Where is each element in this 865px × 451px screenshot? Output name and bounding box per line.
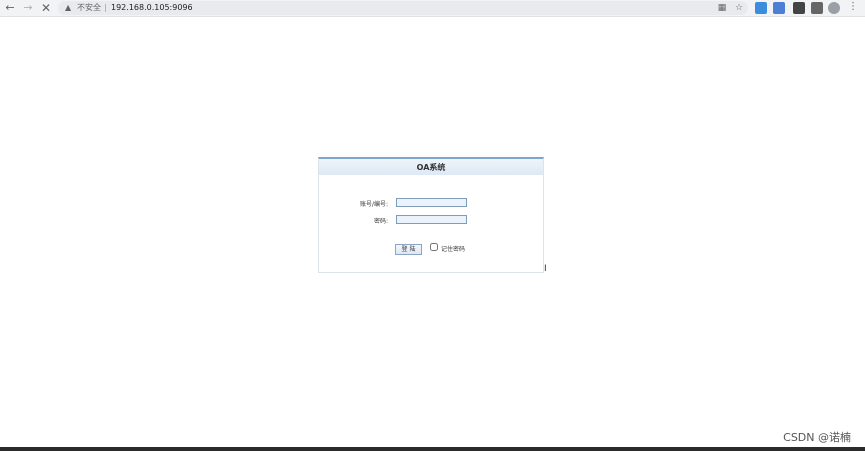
extension-icon[interactable] — [773, 2, 785, 14]
remember-password-checkbox[interactable] — [430, 243, 438, 251]
back-arrow-icon[interactable]: ← — [3, 1, 17, 15]
translate-icon[interactable]: ▦ — [716, 2, 728, 14]
text-cursor-icon: I — [544, 264, 547, 274]
security-label[interactable]: 不安全 — [77, 1, 101, 15]
account-input[interactable] — [396, 198, 467, 207]
warning-icon[interactable]: ▲ — [65, 1, 71, 15]
remember-password-label[interactable]: 记住密码 — [441, 244, 465, 253]
extension-icon[interactable] — [793, 2, 805, 14]
login-button[interactable]: 登 陆 — [395, 244, 422, 255]
login-title: OA系统 — [319, 159, 543, 175]
password-label: 密码: — [373, 218, 388, 225]
more-menu-icon[interactable]: ⋮ — [848, 1, 858, 12]
extension-puzzle-icon[interactable] — [811, 2, 823, 14]
extension-icon[interactable] — [755, 2, 767, 14]
address-bar[interactable]: ▲ 不安全 | 192.168.0.105:9096 — [58, 1, 748, 15]
bookmark-star-icon[interactable]: ☆ — [733, 2, 745, 14]
account-label: 账号/编号: — [359, 201, 388, 208]
url-text[interactable]: 192.168.0.105:9096 — [111, 1, 193, 15]
watermark: CSDN @诺楠 — [783, 431, 851, 444]
address-separator: | — [104, 3, 107, 12]
login-panel: OA系统 账号/编号: 密码: 登 陆 记住密码 — [318, 157, 544, 273]
profile-avatar[interactable] — [828, 2, 840, 14]
taskbar-strip — [0, 447, 865, 451]
stop-loading-icon[interactable]: ✕ — [39, 1, 53, 15]
browser-toolbar: ← → ✕ ▲ 不安全 | 192.168.0.105:9096 ▦ ☆ ⋮ — [0, 0, 865, 17]
forward-arrow-icon[interactable]: → — [21, 1, 35, 15]
password-input[interactable] — [396, 215, 467, 224]
